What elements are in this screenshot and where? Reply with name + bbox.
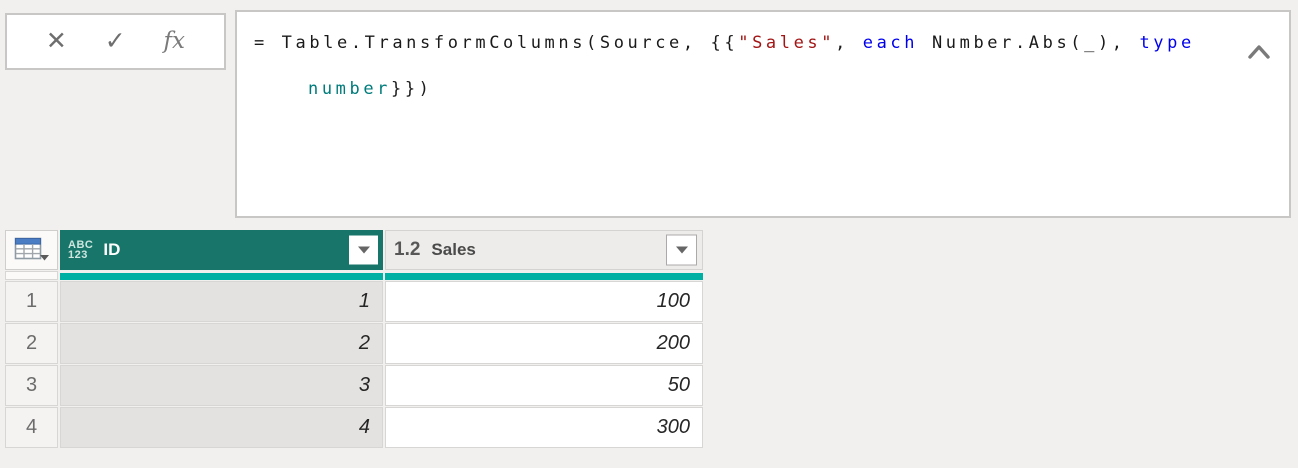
- filter-dropdown-button[interactable]: [666, 234, 697, 266]
- cell-id[interactable]: 3: [60, 365, 383, 406]
- dropdown-arrow-icon: [39, 255, 49, 261]
- formula-token: Number.Abs(_),: [918, 33, 1140, 53]
- row-number[interactable]: 3: [5, 365, 58, 406]
- cancel-icon[interactable]: ✕: [46, 29, 67, 54]
- column-name: ID: [103, 240, 121, 259]
- quality-bar-gutter: [5, 271, 58, 280]
- row-number[interactable]: 4: [5, 407, 58, 448]
- column-name: Sales: [431, 240, 476, 259]
- column-header-id[interactable]: ABC 123 ID: [60, 230, 383, 270]
- preview-grid: ABC 123 ID 1.2 Sales 1 1 100 2 2 200 3 3 50 4 4 300: [5, 230, 703, 448]
- cell-sales[interactable]: 100: [385, 281, 703, 322]
- formula-token: each: [862, 33, 919, 53]
- cell-sales[interactable]: 300: [385, 407, 703, 448]
- cell-id[interactable]: 4: [60, 407, 383, 448]
- power-query-editor: ✕ ✓ fx = Table.TransformColumns(Source, …: [0, 0, 1298, 468]
- formula-token: type: [1139, 33, 1195, 53]
- formula-line-1: = Table.TransformColumns(Source, {{"Sale…: [254, 20, 1229, 66]
- quality-bar-sales: [385, 271, 703, 280]
- data-type-decimal-icon[interactable]: 1.2: [394, 239, 420, 261]
- cell-sales[interactable]: 50: [385, 365, 703, 406]
- table-grid-icon: [14, 237, 49, 261]
- filter-dropdown-button[interactable]: [349, 235, 378, 265]
- row-number[interactable]: 2: [5, 323, 58, 364]
- formula-token: }}): [391, 79, 433, 99]
- formula-bar-buttons: ✕ ✓ fx: [5, 13, 226, 70]
- data-type-any-icon[interactable]: ABC 123: [68, 240, 93, 261]
- commit-icon[interactable]: ✓: [105, 29, 126, 54]
- cell-id[interactable]: 1: [60, 281, 383, 322]
- cell-sales[interactable]: 200: [385, 323, 703, 364]
- formula-input[interactable]: = Table.TransformColumns(Source, {{"Sale…: [235, 10, 1291, 218]
- formula-token: "Sales": [738, 33, 836, 53]
- cell-id[interactable]: 2: [60, 323, 383, 364]
- quality-bar-id: [60, 271, 383, 280]
- formula-token: ,: [835, 33, 863, 53]
- row-number[interactable]: 1: [5, 281, 58, 322]
- formula-line-2: number}}): [254, 66, 1229, 112]
- dropdown-arrow-icon: [675, 246, 688, 254]
- formula-token: = Table.TransformColumns(Source, {{: [254, 33, 739, 53]
- dropdown-arrow-icon: [357, 246, 370, 254]
- add-function-icon[interactable]: fx: [164, 30, 185, 53]
- select-all-table-button[interactable]: [5, 230, 58, 270]
- column-header-sales[interactable]: 1.2 Sales: [385, 230, 703, 270]
- formula-token: number: [308, 79, 392, 99]
- collapse-formula-bar-icon[interactable]: [1247, 44, 1271, 60]
